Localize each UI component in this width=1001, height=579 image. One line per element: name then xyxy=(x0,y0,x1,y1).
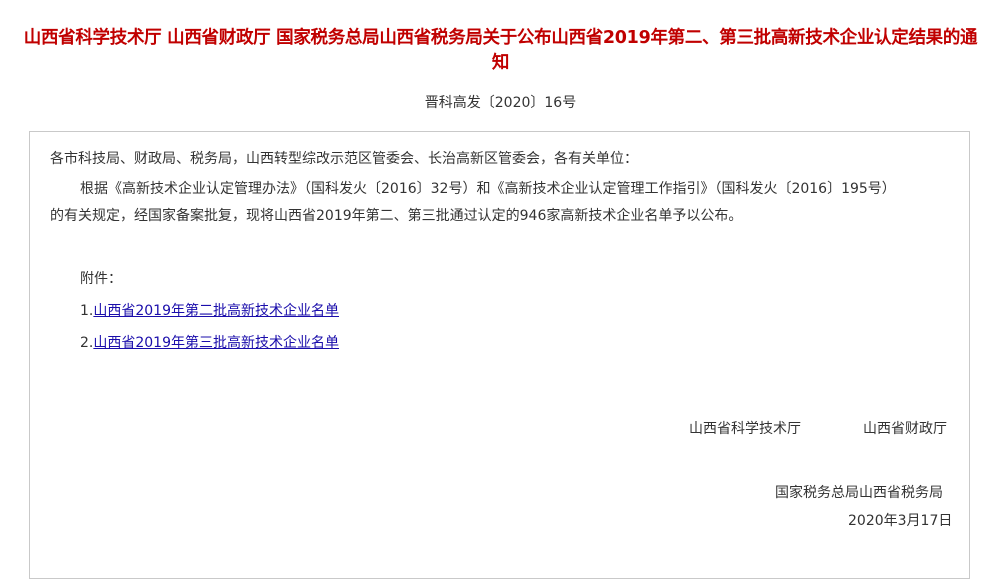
body-paragraph-line-2: 的有关规定，经国家备案批复，现将山西省2019年第二、第三批通过认定的946家高… xyxy=(50,208,743,224)
attachment-link-third-batch[interactable]: 山西省2019年第三批高新技术企业名单 xyxy=(93,335,339,351)
issue-date: 2020年3月17日 xyxy=(848,513,953,529)
signatory-tax-bureau: 国家税务总局山西省税务局 xyxy=(775,485,943,501)
notice-title-line1: 山西省科学技术厅 山西省财政厅 国家税务总局山西省税务局关于公布山西省2019年… xyxy=(23,28,978,48)
notice-title: 山西省科学技术厅 山西省财政厅 国家税务总局山西省税务局关于公布山西省2019年… xyxy=(0,26,1001,76)
body-paragraph-line-1: 根据《高新技术企业认定管理办法》（国科发火〔2016〕32号）和《高新技术企业认… xyxy=(80,181,896,197)
attachment-number: 1. xyxy=(80,303,94,319)
attachments-label: 附件： xyxy=(80,271,122,287)
attachment-item-2: 2.山西省2019年第三批高新技术企业名单 xyxy=(80,334,339,352)
signatory-science-dept: 山西省科学技术厅 xyxy=(689,421,801,437)
signatory-finance-dept: 山西省财政厅 xyxy=(863,421,947,437)
salutation: 各市科技局、财政局、税务局，山西转型综改示范区管委会、长治高新区管委会，各有关单… xyxy=(50,151,638,167)
document-number: 晋科高发〔2020〕16号 xyxy=(424,95,577,111)
notice-content-box: 各市科技局、财政局、税务局，山西转型综改示范区管委会、长治高新区管委会，各有关单… xyxy=(29,131,970,579)
attachment-number: 2. xyxy=(80,335,94,351)
attachment-link-second-batch[interactable]: 山西省2019年第二批高新技术企业名单 xyxy=(93,303,339,319)
notice-title-line2: 知 xyxy=(491,53,510,73)
attachment-item-1: 1.山西省2019年第二批高新技术企业名单 xyxy=(80,302,339,320)
